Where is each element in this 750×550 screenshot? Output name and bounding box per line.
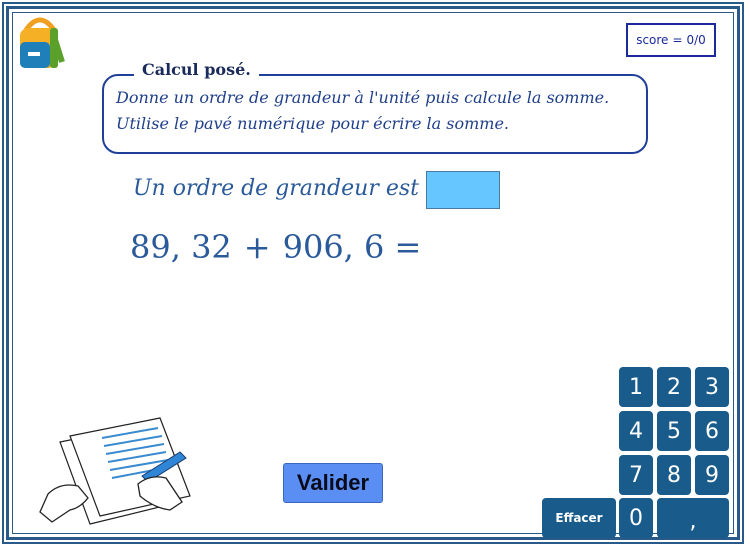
keypad-clear-button[interactable]: Effacer <box>542 498 616 538</box>
instructions-title: Calcul posé. <box>134 60 259 79</box>
backpack-icon[interactable] <box>14 12 66 72</box>
estimate-label: Un ordre de grandeur est <box>133 176 419 201</box>
score-value: 0/0 <box>686 33 706 47</box>
score-separator: = <box>672 33 683 47</box>
keypad-key-0[interactable]: 0 <box>619 498 653 538</box>
plus-operator: + <box>243 228 271 266</box>
keypad-key-9[interactable]: 9 <box>695 455 729 495</box>
keypad-key-4[interactable]: 4 <box>619 411 653 451</box>
instructions-line-1: Donne un ordre de grandeur à l'unité pui… <box>116 88 610 107</box>
keypad-key-5[interactable]: 5 <box>657 411 691 451</box>
score-display: score = 0/0 <box>626 23 716 57</box>
estimate-input[interactable] <box>426 171 500 209</box>
operand-1: 89, 32 <box>130 228 232 266</box>
keypad-key-6[interactable]: 6 <box>695 411 729 451</box>
score-label: score <box>636 33 669 47</box>
keypad-key-3[interactable]: 3 <box>695 367 729 407</box>
keypad-key-8[interactable]: 8 <box>657 455 691 495</box>
keypad-comma-key[interactable]: , <box>657 498 729 538</box>
validate-button[interactable]: Valider <box>283 463 383 503</box>
writing-hands-illustration <box>39 417 191 525</box>
instructions-line-2: Utilise le pavé numérique pour écrire la… <box>116 114 509 133</box>
operand-2: 906, 6 <box>282 228 385 266</box>
keypad-key-2[interactable]: 2 <box>657 367 691 407</box>
keypad-key-7[interactable]: 7 <box>619 455 653 495</box>
sum-equation: 89, 32 +906, 6 = <box>130 228 421 266</box>
keypad-key-1[interactable]: 1 <box>619 367 653 407</box>
equals-sign: = <box>394 228 422 266</box>
